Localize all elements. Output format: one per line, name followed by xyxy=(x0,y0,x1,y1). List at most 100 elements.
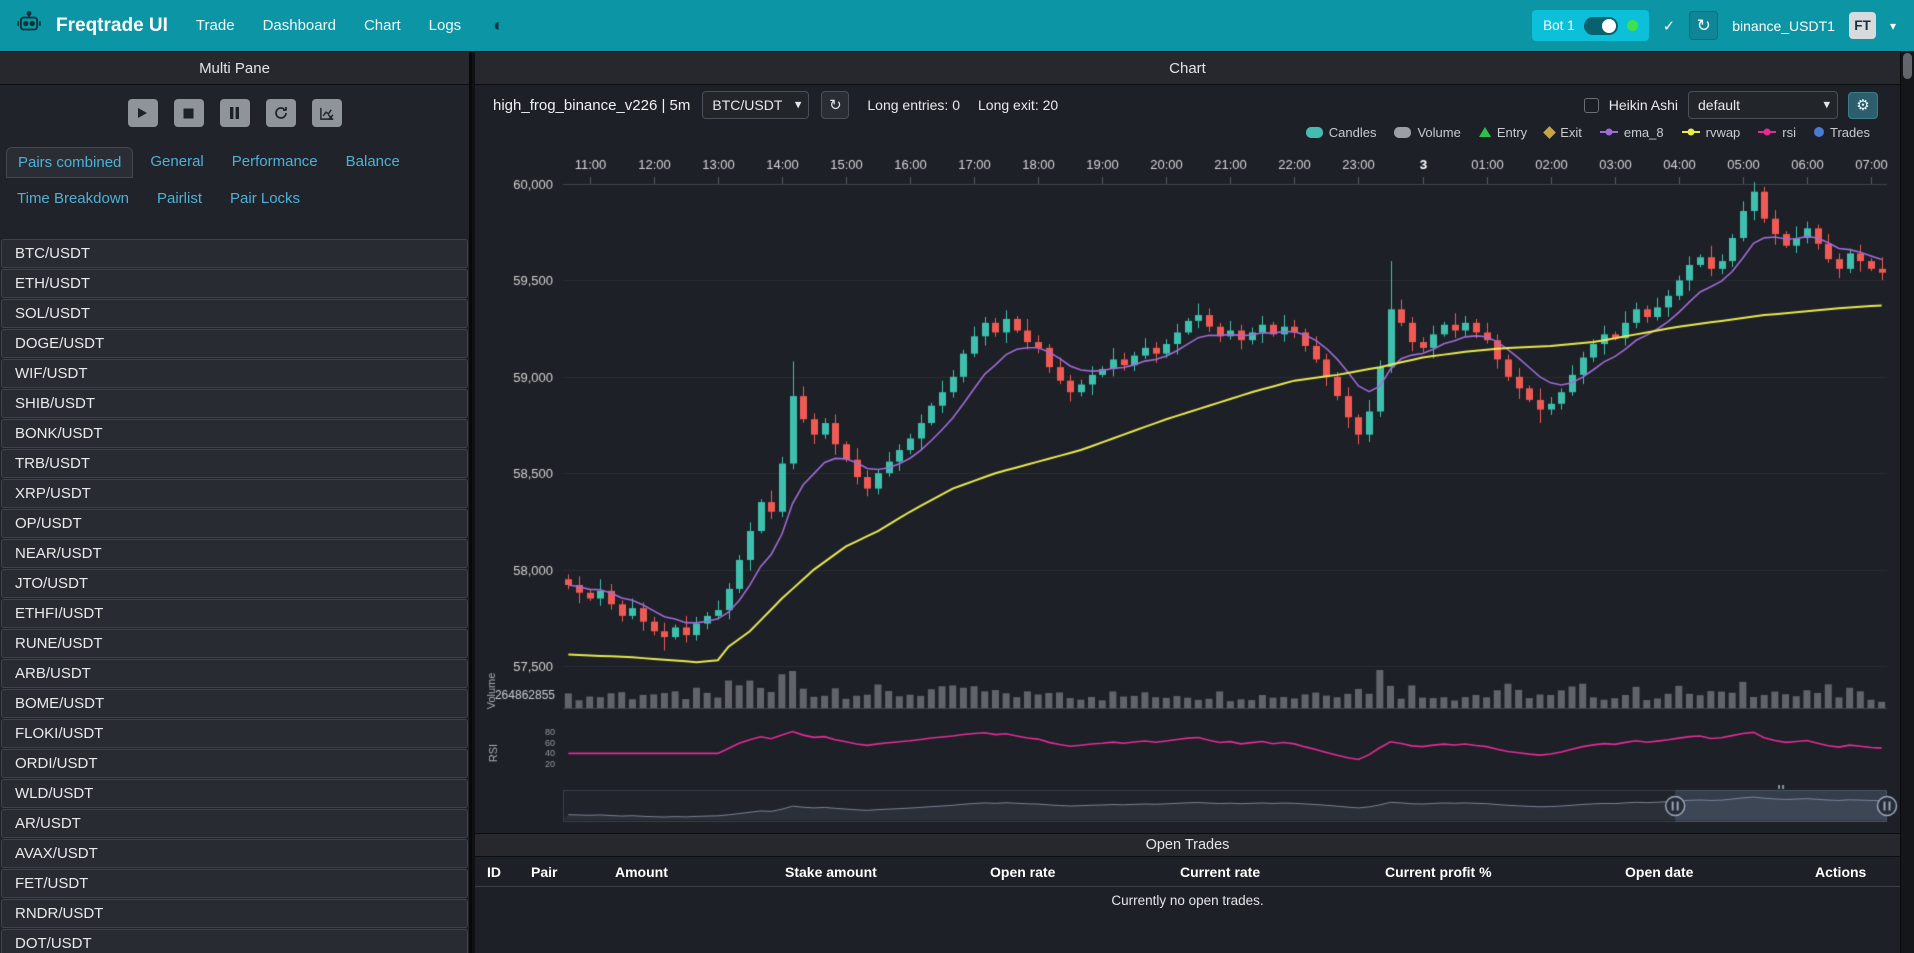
tab-time-breakdown[interactable]: Time Breakdown xyxy=(6,184,140,213)
bot-check-icon: ✓ xyxy=(1663,17,1676,35)
pair-row-wif-usdt[interactable]: WIF/USDT xyxy=(1,359,468,388)
navbar-right: Bot 1 ✓ ↻ binance_USDT1 FT ▾ xyxy=(1532,10,1898,41)
chart-legend: Candles Volume Entry Exit ema_8 rvwap rsi Trade… xyxy=(1306,122,1870,142)
user-avatar[interactable]: FT xyxy=(1849,12,1876,39)
pause-button[interactable] xyxy=(220,99,250,127)
pair-row-ethfi-usdt[interactable]: ETHFI/USDT xyxy=(1,599,468,628)
pair-row-doge-usdt[interactable]: DOGE/USDT xyxy=(1,329,468,358)
chart-panel: Chart high_frog_binance_v226 | 5m BTC/US… xyxy=(475,51,1900,953)
bot-selector-chip[interactable]: Bot 1 xyxy=(1532,10,1649,41)
legend-label: ema_8 xyxy=(1624,125,1664,140)
legend-label: rsi xyxy=(1782,125,1796,140)
pair-row-btc-usdt[interactable]: BTC/USDT xyxy=(1,239,468,268)
pair-row-ordi-usdt[interactable]: ORDI/USDT xyxy=(1,749,468,778)
plot-settings-gear-button[interactable]: ⚙ xyxy=(1848,92,1878,119)
tab-general[interactable]: General xyxy=(139,147,214,178)
exit-legend-marker-icon xyxy=(1543,126,1556,139)
pair-row-rndr-usdt[interactable]: RNDR/USDT xyxy=(1,899,468,928)
pair-row-bonk-usdt[interactable]: BONK/USDT xyxy=(1,419,468,448)
bot-control-buttons xyxy=(0,99,469,127)
reload-config-button[interactable] xyxy=(266,99,296,127)
heikin-ashi-checkbox[interactable] xyxy=(1584,98,1599,113)
pair-row-dot-usdt[interactable]: DOT/USDT xyxy=(1,929,468,953)
trades-legend-marker-icon xyxy=(1814,127,1824,137)
legend-item-ema_8[interactable]: ema_8 xyxy=(1600,125,1664,140)
tab-pairs-combined[interactable]: Pairs combined xyxy=(6,147,133,178)
nav-link-chart[interactable]: Chart xyxy=(364,17,401,34)
chart-refresh-button[interactable]: ↻ xyxy=(821,91,849,119)
pair-row-jto-usdt[interactable]: JTO/USDT xyxy=(1,569,468,598)
pair-row-rune-usdt[interactable]: RUNE/USDT xyxy=(1,629,468,658)
pair-row-fet-usdt[interactable]: FET/USDT xyxy=(1,869,468,898)
left-tabs-row-1: Pairs combinedGeneralPerformanceBalance xyxy=(6,147,463,178)
legend-item-candles[interactable]: Candles xyxy=(1306,125,1377,140)
pair-row-avax-usdt[interactable]: AVAX/USDT xyxy=(1,839,468,868)
pair-row-near-usdt[interactable]: NEAR/USDT xyxy=(1,539,468,568)
multi-pane-title: Multi Pane xyxy=(0,52,469,85)
play-button[interactable] xyxy=(128,99,158,127)
user-menu-caret-icon[interactable]: ▾ xyxy=(1890,19,1896,33)
col-id: ID xyxy=(487,864,531,880)
pair-select[interactable]: BTC/USDT xyxy=(702,91,809,119)
nav-link-dashboard[interactable]: Dashboard xyxy=(263,17,336,34)
rsi-legend-marker-icon xyxy=(1758,131,1776,133)
plot-config-select[interactable]: default xyxy=(1688,91,1838,119)
tab-performance[interactable]: Performance xyxy=(221,147,329,178)
nav-link-logs[interactable]: Logs xyxy=(429,17,462,34)
legend-item-rvwap[interactable]: rvwap xyxy=(1682,125,1741,140)
app-title: Freqtrade UI xyxy=(56,15,168,37)
legend-label: Volume xyxy=(1417,125,1460,140)
plot-config-select-wrap: default xyxy=(1688,91,1838,119)
legend-item-exit[interactable]: Exit xyxy=(1545,125,1582,140)
bot-name: Bot 1 xyxy=(1543,18,1575,33)
toggle-knob xyxy=(1602,19,1616,33)
ema_8-legend-marker-icon xyxy=(1600,131,1618,133)
pair-list: BTC/USDTETH/USDTSOL/USDTDOGE/USDTWIF/USD… xyxy=(1,239,468,953)
pair-row-ar-usdt[interactable]: AR/USDT xyxy=(1,809,468,838)
tab-balance[interactable]: Balance xyxy=(335,147,411,178)
pair-row-arb-usdt[interactable]: ARB/USDT xyxy=(1,659,468,688)
col-open-rate: Open rate xyxy=(990,864,1180,880)
pair-row-floki-usdt[interactable]: FLOKI/USDT xyxy=(1,719,468,748)
pair-row-shib-usdt[interactable]: SHIB/USDT xyxy=(1,389,468,418)
candles-legend-marker-icon xyxy=(1306,127,1323,138)
pair-row-bome-usdt[interactable]: BOME/USDT xyxy=(1,689,468,718)
price-chart-canvas[interactable] xyxy=(475,143,1900,833)
legend-item-entry[interactable]: Entry xyxy=(1479,125,1527,140)
pair-row-xrp-usdt[interactable]: XRP/USDT xyxy=(1,479,468,508)
scrollbar-thumb[interactable] xyxy=(1903,53,1912,79)
pair-row-sol-usdt[interactable]: SOL/USDT xyxy=(1,299,468,328)
legend-item-volume[interactable]: Volume xyxy=(1394,125,1460,140)
legend-item-trades[interactable]: Trades xyxy=(1814,125,1870,140)
login-name: binance_USDT1 xyxy=(1732,18,1835,34)
volume-legend-marker-icon xyxy=(1394,127,1411,138)
theme-toggle-icon[interactable]: ◐ xyxy=(493,15,504,36)
rvwap-legend-marker-icon xyxy=(1682,131,1700,133)
chart-panel-title: Chart xyxy=(475,52,1900,85)
long-entries-label: Long entries: 0 xyxy=(867,97,960,113)
entry-legend-marker-icon xyxy=(1479,127,1491,137)
reload-bot-button[interactable]: ↻ xyxy=(1689,11,1718,40)
stop-button[interactable] xyxy=(174,99,204,127)
open-trades-title: Open Trades xyxy=(475,833,1900,857)
page-scrollbar[interactable] xyxy=(1900,51,1914,953)
pair-row-eth-usdt[interactable]: ETH/USDT xyxy=(1,269,468,298)
legend-label: Entry xyxy=(1497,125,1527,140)
col-current-rate: Current rate xyxy=(1180,864,1385,880)
col-current-profit-: Current profit % xyxy=(1385,864,1625,880)
pair-select-wrap: BTC/USDT xyxy=(702,91,809,119)
nav-link-trade[interactable]: Trade xyxy=(196,17,235,34)
open-trades-table-header: IDPairAmountStake amountOpen rateCurrent… xyxy=(475,857,1900,887)
tab-pair-locks[interactable]: Pair Locks xyxy=(219,184,311,213)
tab-pairlist[interactable]: Pairlist xyxy=(146,184,213,213)
bot-toggle-switch[interactable] xyxy=(1584,17,1618,35)
legend-item-rsi[interactable]: rsi xyxy=(1758,125,1796,140)
clear-chart-button[interactable] xyxy=(312,99,342,127)
nav-links: Trade Dashboard Chart Logs xyxy=(196,17,461,34)
pair-row-wld-usdt[interactable]: WLD/USDT xyxy=(1,779,468,808)
pair-row-trb-usdt[interactable]: TRB/USDT xyxy=(1,449,468,478)
pair-row-op-usdt[interactable]: OP/USDT xyxy=(1,509,468,538)
col-pair: Pair xyxy=(531,864,615,880)
legend-label: Exit xyxy=(1560,125,1582,140)
col-actions: Actions xyxy=(1815,864,1888,880)
